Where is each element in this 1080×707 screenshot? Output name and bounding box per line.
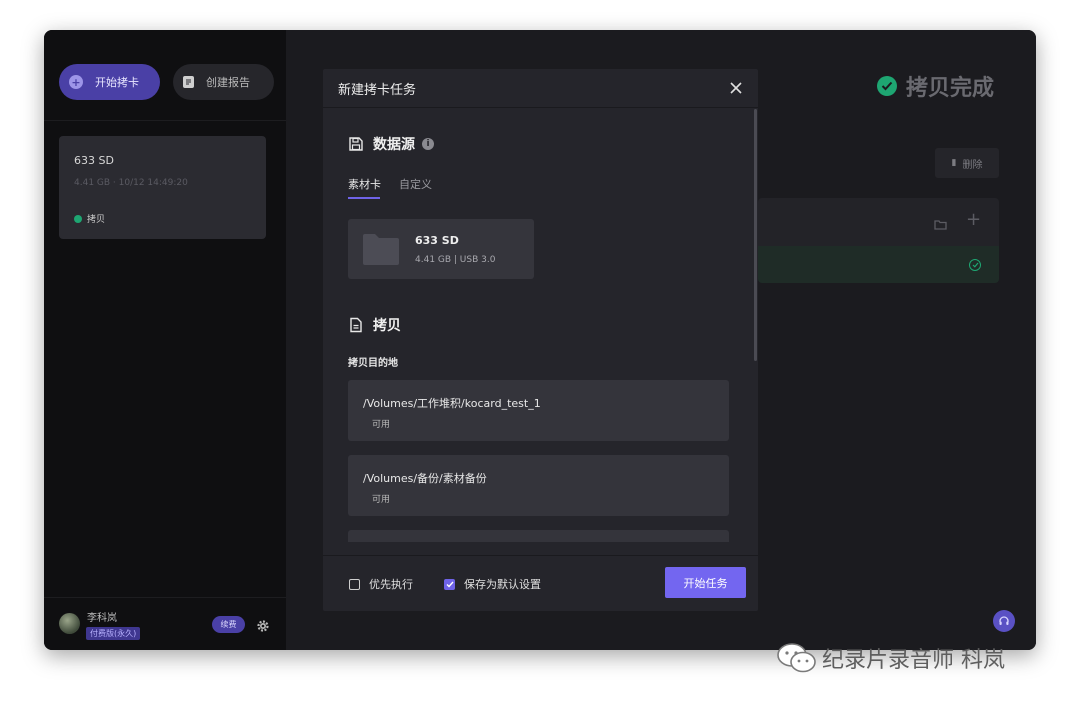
wechat-watermark: 纪录片录音师 科岚 xyxy=(776,642,1005,674)
success-check-icon xyxy=(969,259,981,271)
save-default-checkbox[interactable]: 保存为默认设置 xyxy=(444,576,541,592)
new-copy-task-dialog: 新建拷卡任务 数据源 i 素材卡 自定义 633 SD 4.41 GB | US… xyxy=(323,69,758,611)
start-task-button[interactable]: 开始任务 xyxy=(665,567,746,598)
destination-status: 可用 xyxy=(372,420,391,430)
delete-label: 删除 xyxy=(962,159,983,171)
save-disk-icon xyxy=(348,136,364,152)
user-avatar[interactable] xyxy=(59,613,80,634)
renew-button[interactable]: 续费 xyxy=(212,616,245,633)
save-default-label: 保存为默认设置 xyxy=(464,578,541,591)
sidebar-divider xyxy=(44,120,286,121)
destination-status: 可用 xyxy=(372,495,391,505)
dialog-scrollbar[interactable] xyxy=(754,109,757,361)
start-copy-label: 开始拷卡 xyxy=(95,76,139,89)
info-icon[interactable]: i xyxy=(422,138,434,150)
sidebar: + 开始拷卡 创建报告 633 SD 4.41 GB · 10/12 14:49… xyxy=(44,30,286,650)
task-card-status: 拷贝 xyxy=(74,212,105,225)
dialog-title: 新建拷卡任务 xyxy=(338,82,417,98)
app-window: + 开始拷卡 创建报告 633 SD 4.41 GB · 10/12 14:49… xyxy=(44,30,1036,650)
task-card-meta: 4.41 GB · 10/12 14:49:20 xyxy=(74,178,188,188)
delete-button[interactable]: ▮ 删除 xyxy=(935,148,999,178)
support-headset-button[interactable] xyxy=(993,610,1015,632)
plan-badge: 付费版(永久) xyxy=(86,627,141,640)
user-name: 李科岚 xyxy=(87,613,117,624)
trash-icon: ▮ xyxy=(951,158,957,168)
sidebar-bottom-divider xyxy=(44,597,286,598)
check-circle-icon xyxy=(877,76,897,96)
add-destination-icon[interactable]: + xyxy=(966,211,981,229)
tab-material-card[interactable]: 素材卡 xyxy=(348,176,381,192)
file-copy-icon xyxy=(348,317,364,333)
copy-heading: 拷贝 xyxy=(348,315,401,335)
copy-complete-title: 拷贝完成 xyxy=(906,76,995,101)
datasource-title: 数据源 xyxy=(373,137,415,153)
folder-open-icon[interactable] xyxy=(934,215,948,230)
priority-checkbox[interactable]: 优先执行 xyxy=(349,576,413,592)
destination-item[interactable]: /Volumes/备份/素材备份 可用 xyxy=(348,455,729,516)
task-card-name: 633 SD xyxy=(74,154,114,167)
start-copy-button[interactable]: + 开始拷卡 xyxy=(59,64,160,100)
priority-label: 优先执行 xyxy=(369,578,413,591)
source-card-name: 633 SD xyxy=(415,234,459,247)
copy-task-card[interactable]: 633 SD 4.41 GB · 10/12 14:49:20 拷贝 xyxy=(59,136,266,239)
datasource-heading: 数据源 i xyxy=(348,134,434,154)
destination-item[interactable]: /Volumes/工作堆积/kocard_test_1 可用 xyxy=(348,380,729,441)
checkmark-icon[interactable] xyxy=(444,578,455,590)
settings-gear-icon[interactable] xyxy=(256,618,270,632)
destination-success-row xyxy=(758,246,999,283)
copy-complete-heading: 拷贝完成 xyxy=(877,70,994,102)
source-card[interactable]: 633 SD 4.41 GB | USB 3.0 xyxy=(348,219,534,279)
watermark-text: 纪录片录音师 科岚 xyxy=(822,648,1005,673)
destination-item-partial[interactable] xyxy=(348,530,729,542)
priority-checkbox-box[interactable] xyxy=(349,578,360,590)
copy-title: 拷贝 xyxy=(373,318,401,334)
destination-header-row xyxy=(758,198,999,246)
close-icon[interactable] xyxy=(729,80,743,94)
create-report-button[interactable]: 创建报告 xyxy=(173,64,274,100)
task-card-status-label: 拷贝 xyxy=(87,215,106,225)
wechat-icon xyxy=(776,642,818,674)
destination-path: /Volumes/备份/素材备份 xyxy=(363,472,487,485)
destination-path: /Volumes/工作堆积/kocard_test_1 xyxy=(363,397,541,410)
document-icon xyxy=(183,76,194,88)
plus-circle-icon: + xyxy=(69,75,83,89)
copy-destination-label: 拷贝目的地 xyxy=(348,358,398,369)
dialog-footer: 优先执行 保存为默认设置 开始任务 xyxy=(323,555,758,611)
tab-active-underline xyxy=(348,197,380,199)
create-report-label: 创建报告 xyxy=(206,76,250,89)
dialog-header: 新建拷卡任务 xyxy=(323,69,758,108)
tab-custom[interactable]: 自定义 xyxy=(399,176,432,192)
success-dot-icon xyxy=(74,214,82,223)
folder-icon xyxy=(362,233,400,266)
source-card-detail: 4.41 GB | USB 3.0 xyxy=(415,255,496,265)
